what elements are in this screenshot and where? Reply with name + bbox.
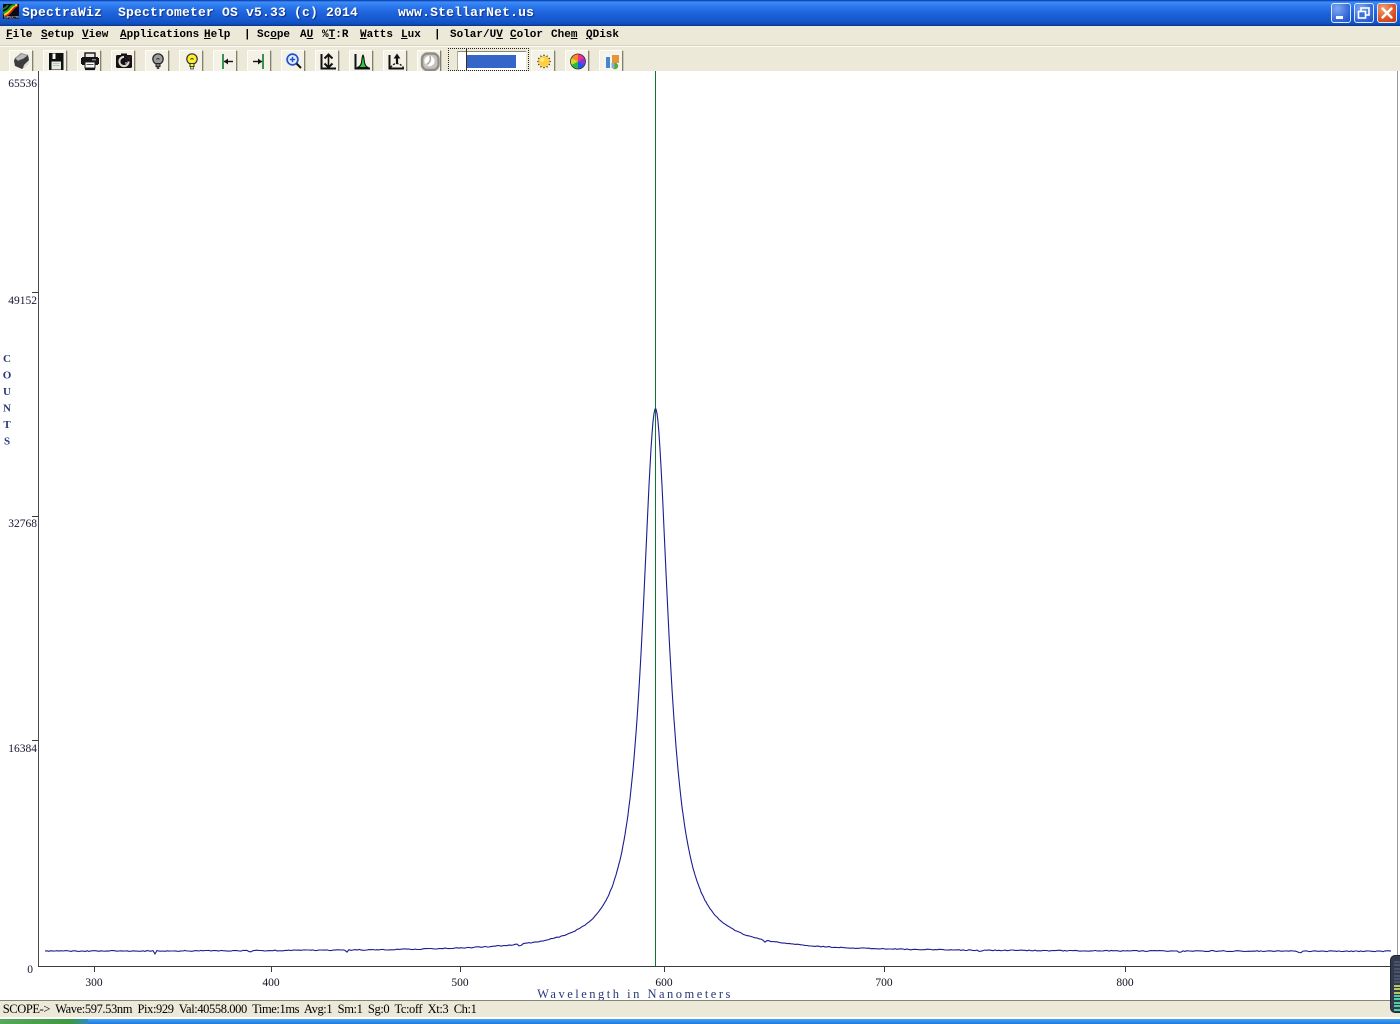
svg-text:Wavelength in Nanometers: Wavelength in Nanometers	[537, 987, 733, 1000]
svg-text:700: 700	[875, 977, 893, 989]
svg-text:49152: 49152	[8, 295, 37, 307]
svg-text:16384: 16384	[8, 743, 37, 755]
svg-text:500: 500	[451, 977, 469, 989]
svg-text:SPECTRA: SPECTRA	[4, 15, 19, 20]
svg-text:U: U	[3, 386, 11, 398]
svg-text:N: N	[3, 403, 11, 415]
svg-text:65536: 65536	[8, 78, 37, 90]
svg-text:32768: 32768	[8, 518, 37, 530]
svg-text:300: 300	[85, 977, 103, 989]
svg-text:800: 800	[1116, 977, 1134, 989]
svg-text:0: 0	[27, 964, 33, 976]
svg-text:T: T	[3, 419, 11, 431]
svg-text:C: C	[3, 353, 11, 365]
svg-text:O: O	[3, 370, 12, 382]
svg-text:S: S	[4, 436, 10, 448]
svg-text:400: 400	[262, 977, 280, 989]
